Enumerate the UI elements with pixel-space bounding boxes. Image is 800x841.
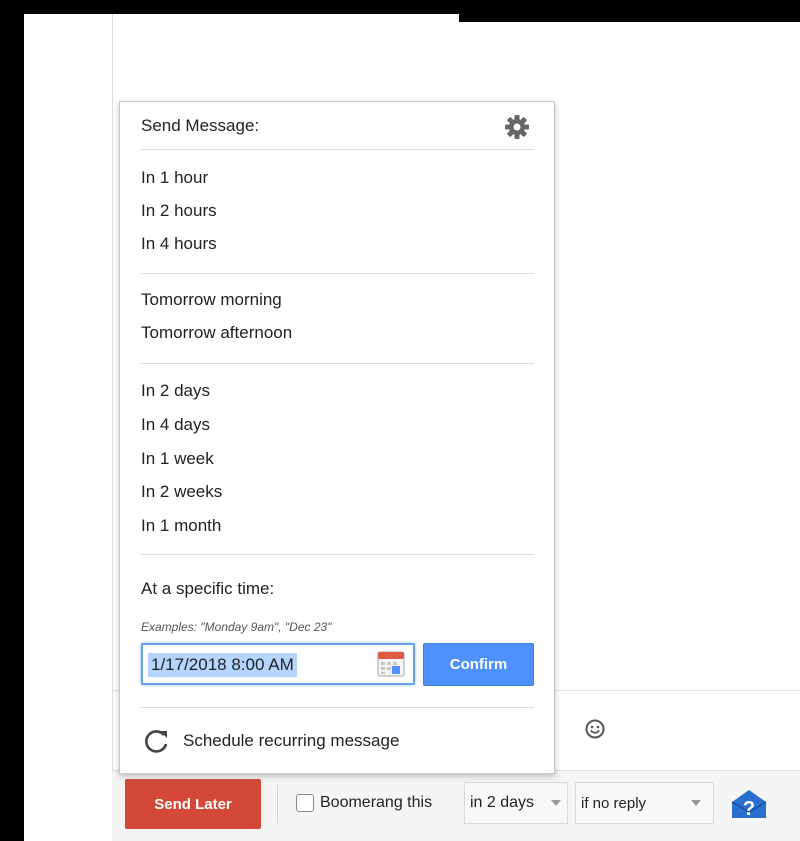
recurring-label: Schedule recurring message <box>183 731 400 750</box>
chevron-down-icon <box>691 800 701 806</box>
refresh-icon <box>145 730 168 753</box>
option-in-2-weeks[interactable]: In 2 weeks <box>141 482 222 502</box>
window-frame-left-inner <box>14 14 24 841</box>
window-frame-notch <box>449 0 459 14</box>
toolbar-divider <box>277 785 278 823</box>
popup-divider <box>141 363 534 364</box>
option-in-4-hours[interactable]: In 4 hours <box>141 234 217 254</box>
option-in-1-hour[interactable]: In 1 hour <box>141 168 208 188</box>
window-frame-top <box>0 0 449 14</box>
popup-divider <box>141 149 534 150</box>
boomerang-when-select[interactable]: in 2 days <box>464 782 568 824</box>
examples-hint: Examples: "Monday 9am", "Dec 23" <box>141 620 332 634</box>
gear-icon[interactable] <box>503 113 531 141</box>
option-in-2-hours[interactable]: In 2 hours <box>141 201 217 221</box>
popup-divider <box>141 554 534 555</box>
option-in-4-days[interactable]: In 4 days <box>141 415 210 435</box>
calendar-icon[interactable] <box>377 651 405 677</box>
chevron-down-icon <box>551 800 561 806</box>
svg-text:?: ? <box>743 798 755 820</box>
date-time-value[interactable]: 1/17/2018 8:00 AM <box>148 653 297 677</box>
option-in-1-month[interactable]: In 1 month <box>141 516 221 536</box>
boomerang-label: Boomerang this <box>320 794 433 811</box>
option-in-2-days[interactable]: In 2 days <box>141 381 210 401</box>
date-time-input[interactable]: 1/17/2018 8:00 AM <box>141 643 415 685</box>
when-select-value: in 2 days <box>470 794 535 811</box>
emoji-icon[interactable] <box>584 718 606 740</box>
option-tomorrow-afternoon[interactable]: Tomorrow afternoon <box>141 323 292 343</box>
popup-title: Send Message: <box>141 116 260 135</box>
popup-divider <box>141 273 534 274</box>
boomerang-checkbox[interactable] <box>296 794 314 812</box>
schedule-recurring-link[interactable]: Schedule recurring message <box>141 727 399 755</box>
boomerang-condition-select[interactable]: if no reply <box>575 782 714 824</box>
window-frame-left <box>0 0 14 841</box>
option-in-1-week[interactable]: In 1 week <box>141 449 214 469</box>
confirm-button[interactable]: Confirm <box>423 643 534 686</box>
specific-time-label: At a specific time: <box>141 579 275 598</box>
popup-divider <box>141 707 534 708</box>
condition-select-value: if no reply <box>581 794 647 812</box>
send-later-button[interactable]: Send Later <box>125 779 261 829</box>
option-tomorrow-morning[interactable]: Tomorrow morning <box>141 290 282 310</box>
window-frame-top-right <box>459 0 800 22</box>
help-icon[interactable]: ? <box>730 788 768 820</box>
